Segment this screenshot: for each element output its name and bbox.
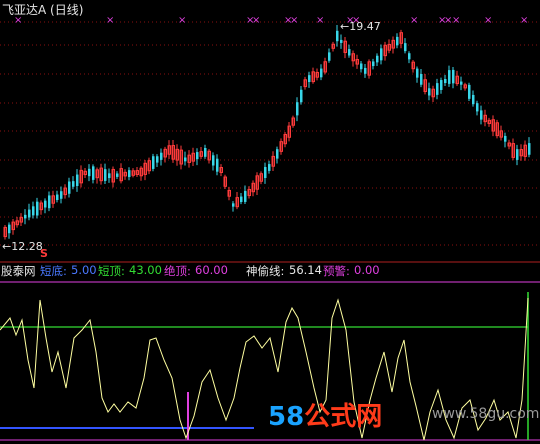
absolute-top-value: 60.00 bbox=[195, 263, 228, 277]
candle-body bbox=[196, 152, 199, 160]
candle-body bbox=[152, 156, 155, 169]
watermark-logo: 58公式网 bbox=[268, 402, 383, 432]
indicator-name: 股泰网 bbox=[1, 264, 36, 278]
candle-body bbox=[268, 164, 271, 171]
top-marker: × bbox=[290, 15, 298, 26]
low-price-label: ←12.28 bbox=[2, 240, 43, 253]
candle-body bbox=[340, 39, 343, 43]
candle-body bbox=[528, 143, 531, 155]
watermark-url: www.58gu.com bbox=[432, 406, 540, 422]
candle-body bbox=[364, 67, 367, 74]
high-price-label: ←19.47 bbox=[340, 20, 381, 33]
candle-body bbox=[360, 63, 363, 70]
candle-body bbox=[104, 169, 107, 181]
short-bottom-label: 短底: bbox=[40, 264, 67, 278]
candle-body bbox=[460, 81, 463, 85]
candle-body bbox=[204, 147, 207, 157]
candle-body bbox=[328, 52, 331, 61]
thief-line-value: 56.14 bbox=[289, 263, 322, 277]
candle-body bbox=[468, 84, 471, 99]
candle-body bbox=[72, 181, 75, 187]
candle-body bbox=[24, 214, 27, 219]
short-top-label: 短顶: bbox=[98, 264, 125, 278]
top-marker: × bbox=[452, 15, 460, 26]
candle-body bbox=[92, 166, 95, 180]
candle-body bbox=[128, 170, 131, 178]
short-bottom-value: 5.00 bbox=[71, 263, 97, 277]
candle-body bbox=[240, 196, 243, 203]
candle-body bbox=[504, 135, 507, 142]
candle-body bbox=[8, 224, 11, 234]
candle-body bbox=[472, 94, 475, 105]
top-marker: × bbox=[106, 15, 114, 26]
candle-body bbox=[68, 181, 71, 194]
top-marker: × bbox=[316, 15, 324, 26]
top-marker: × bbox=[178, 15, 186, 26]
candle-body bbox=[212, 155, 215, 166]
candle-body bbox=[156, 156, 159, 163]
high-arrow-icon: ← bbox=[340, 20, 350, 33]
candle-body bbox=[160, 152, 163, 160]
sell-marker: S bbox=[40, 247, 48, 260]
top-marker: × bbox=[484, 15, 492, 26]
candle-body bbox=[476, 103, 479, 112]
top-marker: × bbox=[252, 15, 260, 26]
indicator-bar: 股泰网 短底: 5.00 短顶: 43.00 绝顶: 60.00 神偷线: 56… bbox=[0, 263, 540, 279]
candle-body bbox=[448, 70, 451, 84]
candle-body bbox=[116, 173, 119, 177]
candle-body bbox=[264, 167, 267, 178]
candle-body bbox=[32, 206, 35, 216]
top-marker: × bbox=[520, 15, 528, 26]
candle-body bbox=[416, 68, 419, 78]
candle-body bbox=[244, 190, 247, 202]
candle-body bbox=[380, 48, 383, 61]
candle-body bbox=[444, 79, 447, 83]
stock-chart-window: × × × × × × × × × × × × × × × × 飞亚达A (日线) ←19.47 ←12.28… bbox=[0, 0, 540, 444]
chart-canvas[interactable]: × × × ×× ×× × ×× × ×× × × × bbox=[0, 0, 540, 444]
short-top-value: 43.00 bbox=[129, 263, 162, 277]
thief-line-label: 神偷线: bbox=[246, 264, 285, 278]
candle-body bbox=[232, 203, 235, 207]
warning-label: 预警: bbox=[323, 264, 350, 278]
candle-body bbox=[184, 157, 187, 162]
candle-body bbox=[452, 69, 455, 84]
candle-body bbox=[36, 201, 39, 216]
candle-body bbox=[404, 43, 407, 52]
candle-body bbox=[516, 149, 519, 160]
candle-body bbox=[88, 168, 91, 177]
window-title: 飞亚达A (日线) bbox=[2, 3, 84, 17]
candle-body bbox=[276, 149, 279, 159]
candle-body bbox=[300, 89, 303, 103]
candle-body bbox=[56, 194, 59, 200]
candle-body bbox=[372, 61, 375, 67]
candle-body bbox=[408, 53, 411, 60]
candle-body bbox=[428, 88, 431, 96]
candle-body bbox=[336, 30, 339, 42]
candle-body bbox=[396, 36, 399, 46]
warning-value: 0.00 bbox=[354, 263, 380, 277]
candle-body bbox=[28, 209, 31, 218]
candle-body bbox=[320, 68, 323, 78]
candle-body bbox=[440, 80, 443, 90]
candle-body bbox=[348, 49, 351, 56]
candle-body bbox=[376, 55, 379, 63]
candle-body bbox=[44, 200, 47, 208]
candle-body bbox=[480, 110, 483, 120]
low-arrow-icon: ← bbox=[2, 240, 12, 253]
candle-body bbox=[436, 83, 439, 95]
candle-body bbox=[108, 173, 111, 179]
candle-body bbox=[60, 191, 63, 199]
candle-body bbox=[420, 74, 423, 85]
absolute-top-label: 绝顶: bbox=[164, 264, 191, 278]
candle-body bbox=[296, 102, 299, 116]
candle-body bbox=[308, 75, 311, 83]
top-marker: × bbox=[410, 15, 418, 26]
candle-body bbox=[216, 158, 219, 172]
candle-body bbox=[76, 174, 79, 186]
candle-body bbox=[48, 195, 51, 209]
